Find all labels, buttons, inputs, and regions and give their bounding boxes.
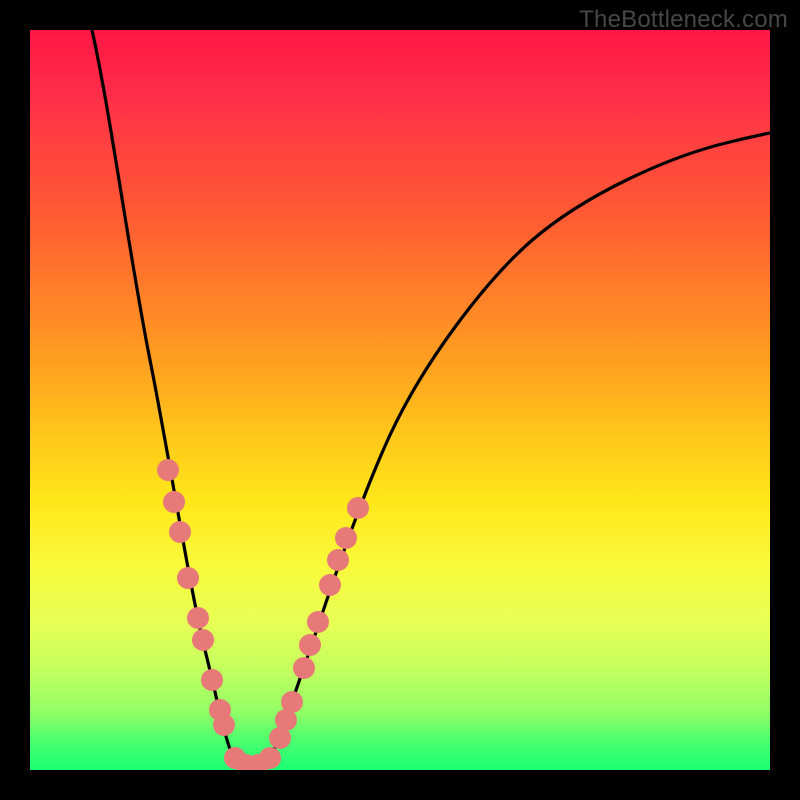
bead (307, 611, 329, 633)
bead (177, 567, 199, 589)
bead (319, 574, 341, 596)
bead (213, 714, 235, 736)
bead (201, 669, 223, 691)
chart-svg (30, 30, 770, 770)
bead (157, 459, 179, 481)
bead (281, 691, 303, 713)
watermark-text: TheBottleneck.com (579, 6, 788, 34)
beads-left (157, 459, 235, 736)
bead (299, 634, 321, 656)
bead (169, 521, 191, 543)
bead (192, 629, 214, 651)
bead (259, 747, 281, 769)
plot-area (30, 30, 770, 770)
bead (293, 657, 315, 679)
bottleneck-curve (92, 30, 770, 765)
bead (327, 549, 349, 571)
bead (347, 497, 369, 519)
bead (163, 491, 185, 513)
beads-right (269, 497, 369, 749)
outer-frame: TheBottleneck.com (0, 0, 800, 800)
bead (335, 527, 357, 549)
bead (187, 607, 209, 629)
beads-bottom (224, 747, 281, 770)
